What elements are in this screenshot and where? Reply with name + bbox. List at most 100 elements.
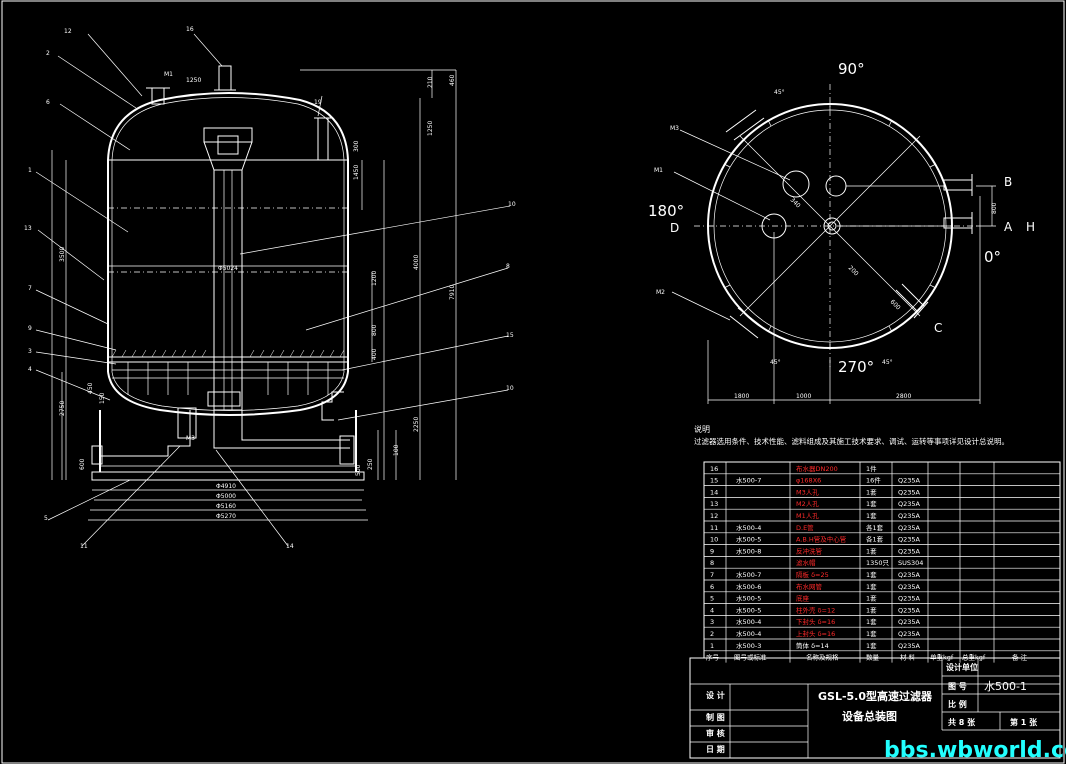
bom-cell-name: M1人孔 (796, 512, 819, 520)
bom-cell-drawing: 水500-5 (736, 605, 761, 614)
bom-cell-qty: 各1套 (866, 523, 884, 532)
nozzle-b: B (1004, 175, 1012, 189)
dim-500: 500 (355, 464, 362, 476)
bom-cell-drawing: 水500-3 (736, 641, 761, 650)
bom-cell-name: 布水网管 (796, 582, 823, 591)
bom-cell-material: Q235A (898, 536, 921, 544)
bom-cell-drawing: 水500-7 (736, 476, 761, 485)
sheet-no: 第 1 张 (1010, 717, 1038, 727)
dim-300: 300 (353, 140, 360, 152)
dim-1450: 1450 (353, 165, 360, 180)
bom-header-qty: 数量 (866, 653, 880, 662)
plan-dim-1000: 1000 (796, 393, 811, 400)
plan-view (671, 84, 996, 404)
bom-cell-material: Q235A (898, 630, 921, 638)
bom-cell-no: 14 (710, 488, 718, 496)
sign-label-draft: 制 图 (706, 712, 725, 722)
dim-150: 150 (99, 392, 106, 404)
bom-cell-qty: 1350只 (866, 559, 890, 567)
bom-cell-qty: 1件 (866, 464, 877, 473)
label-m1: M1 (164, 71, 173, 78)
bom-header-material: 材 料 (900, 653, 916, 662)
dim-4910: Φ4910 (216, 483, 236, 490)
dim-3500: 3500 (59, 247, 66, 262)
dim-1250-right: 1250 (427, 121, 434, 136)
design-unit-label: 设计单位 (946, 662, 978, 672)
bom-cell-name: 上封头 δ=16 (796, 629, 835, 638)
balloon-6: 6 (46, 99, 50, 106)
notes-line: 过滤器选用条件、技术性能、滤料组成及其施工技术要求、调试、运转等事项详见设计总说… (694, 436, 1009, 446)
cad-drawing-canvas: 12 2 6 1 13 7 9 3 4 5 11 14 16 10 8 15 1… (1, 0, 1066, 764)
bom-cell-qty: 16件 (866, 476, 881, 485)
balloon-8: 8 (506, 263, 510, 270)
dim-600: 600 (79, 458, 86, 470)
bom-cell-name: D.E管 (796, 523, 814, 532)
dim-5160: Φ5160 (216, 503, 236, 510)
dim-450: 450 (87, 382, 94, 394)
scale-label: 比 例 (948, 699, 967, 709)
bom-cell-qty: 1套 (866, 582, 877, 591)
bom-cell-qty: 1套 (866, 570, 877, 579)
sign-label-review: 审 核 (706, 728, 725, 738)
balloon-15: 15 (506, 332, 514, 339)
bom-cell-material: SUS304 (898, 559, 923, 567)
angle-90: 90° (838, 60, 865, 78)
drawing-no: 水500-1 (984, 680, 1027, 693)
plan-dim-200: 200 (847, 264, 860, 277)
drawing-title-line1: GSL-5.0型高速过滤器 (818, 689, 933, 703)
balloon-1: 1 (28, 167, 32, 174)
angle-0: 0° (984, 248, 1001, 266)
bom-cell-no: 6 (710, 583, 714, 591)
bom-cell-qty: 1套 (866, 511, 877, 520)
bom-cell-qty: 1套 (866, 617, 877, 626)
balloon-11: 11 (80, 543, 88, 550)
drawing-no-label: 图 号 (948, 682, 967, 691)
dim-7910: 7910 (449, 285, 456, 300)
watermark: bbs.wbworld.com (884, 738, 1066, 763)
bom-cell-name: 布水器DN200 (796, 464, 838, 473)
plan-labels: 90° 180° 0° 270° D A H B C M3 M1 M2 1800… (648, 60, 1035, 400)
nozzle-a: A (1004, 220, 1013, 234)
bom-cell-drawing: 水500-4 (736, 523, 761, 532)
plan-label-m1: M1 (654, 167, 663, 174)
dim-210: 210 (427, 76, 434, 88)
bom-cell-drawing: 水500-6 (736, 582, 761, 591)
bom-cell-material: Q235A (898, 488, 921, 496)
bom-cell-no: 13 (710, 500, 718, 508)
bom-cell-drawing: 水500-4 (736, 629, 761, 638)
bom-cell-qty: 1套 (866, 546, 877, 555)
bom-cell-material: Q235A (898, 583, 921, 591)
bom-cell-material: Q235A (898, 642, 921, 650)
angle-270: 270° (838, 358, 874, 376)
dim-5270: Φ5270 (216, 513, 236, 520)
balloon-7: 7 (28, 285, 32, 292)
bom-cell-name: A.B.H管及中心管 (796, 535, 847, 544)
plan-dim-800: 800 (991, 202, 998, 214)
bom-cell-no: 4 (710, 606, 714, 614)
bom-table: 16 布水器DN200 1件15 水500-7 φ168X6 16件 Q235A14 M3人孔… (703, 461, 1061, 663)
angle-180: 180° (648, 202, 684, 220)
plan-dim-340: 340 (789, 196, 802, 209)
plan-label-m3: M3 (670, 125, 679, 132)
bom-cell-no: 5 (710, 595, 714, 603)
dim-1250-top: 1250 (186, 77, 201, 84)
sheets-total: 共 8 张 (948, 717, 976, 727)
bom-cell-name: M2人孔 (796, 500, 819, 508)
bom-header-drawing: 图号或标准 (734, 653, 767, 662)
bom-cell-no: 15 (710, 477, 718, 485)
plan-dim-1800: 1800 (734, 393, 749, 400)
balloon-2: 2 (46, 50, 50, 57)
plan-dim-2800: 2800 (896, 393, 911, 400)
balloon-3: 3 (28, 348, 32, 355)
plan-angle-45-c: 45° (882, 359, 893, 366)
sign-label-date: 日 期 (706, 744, 725, 754)
bom-cell-no: 3 (710, 618, 714, 626)
balloon-16: 16 (186, 26, 194, 33)
dim-2750: 2750 (59, 401, 66, 416)
dim-1200: 1200 (371, 271, 378, 286)
bom-cell-name: 底座 (796, 594, 810, 603)
bom-cell-material: Q235A (898, 618, 921, 626)
bom-cell-no: 8 (710, 559, 714, 567)
bom-cell-qty: 1套 (866, 641, 877, 650)
bom-cell-qty: 1套 (866, 629, 877, 638)
